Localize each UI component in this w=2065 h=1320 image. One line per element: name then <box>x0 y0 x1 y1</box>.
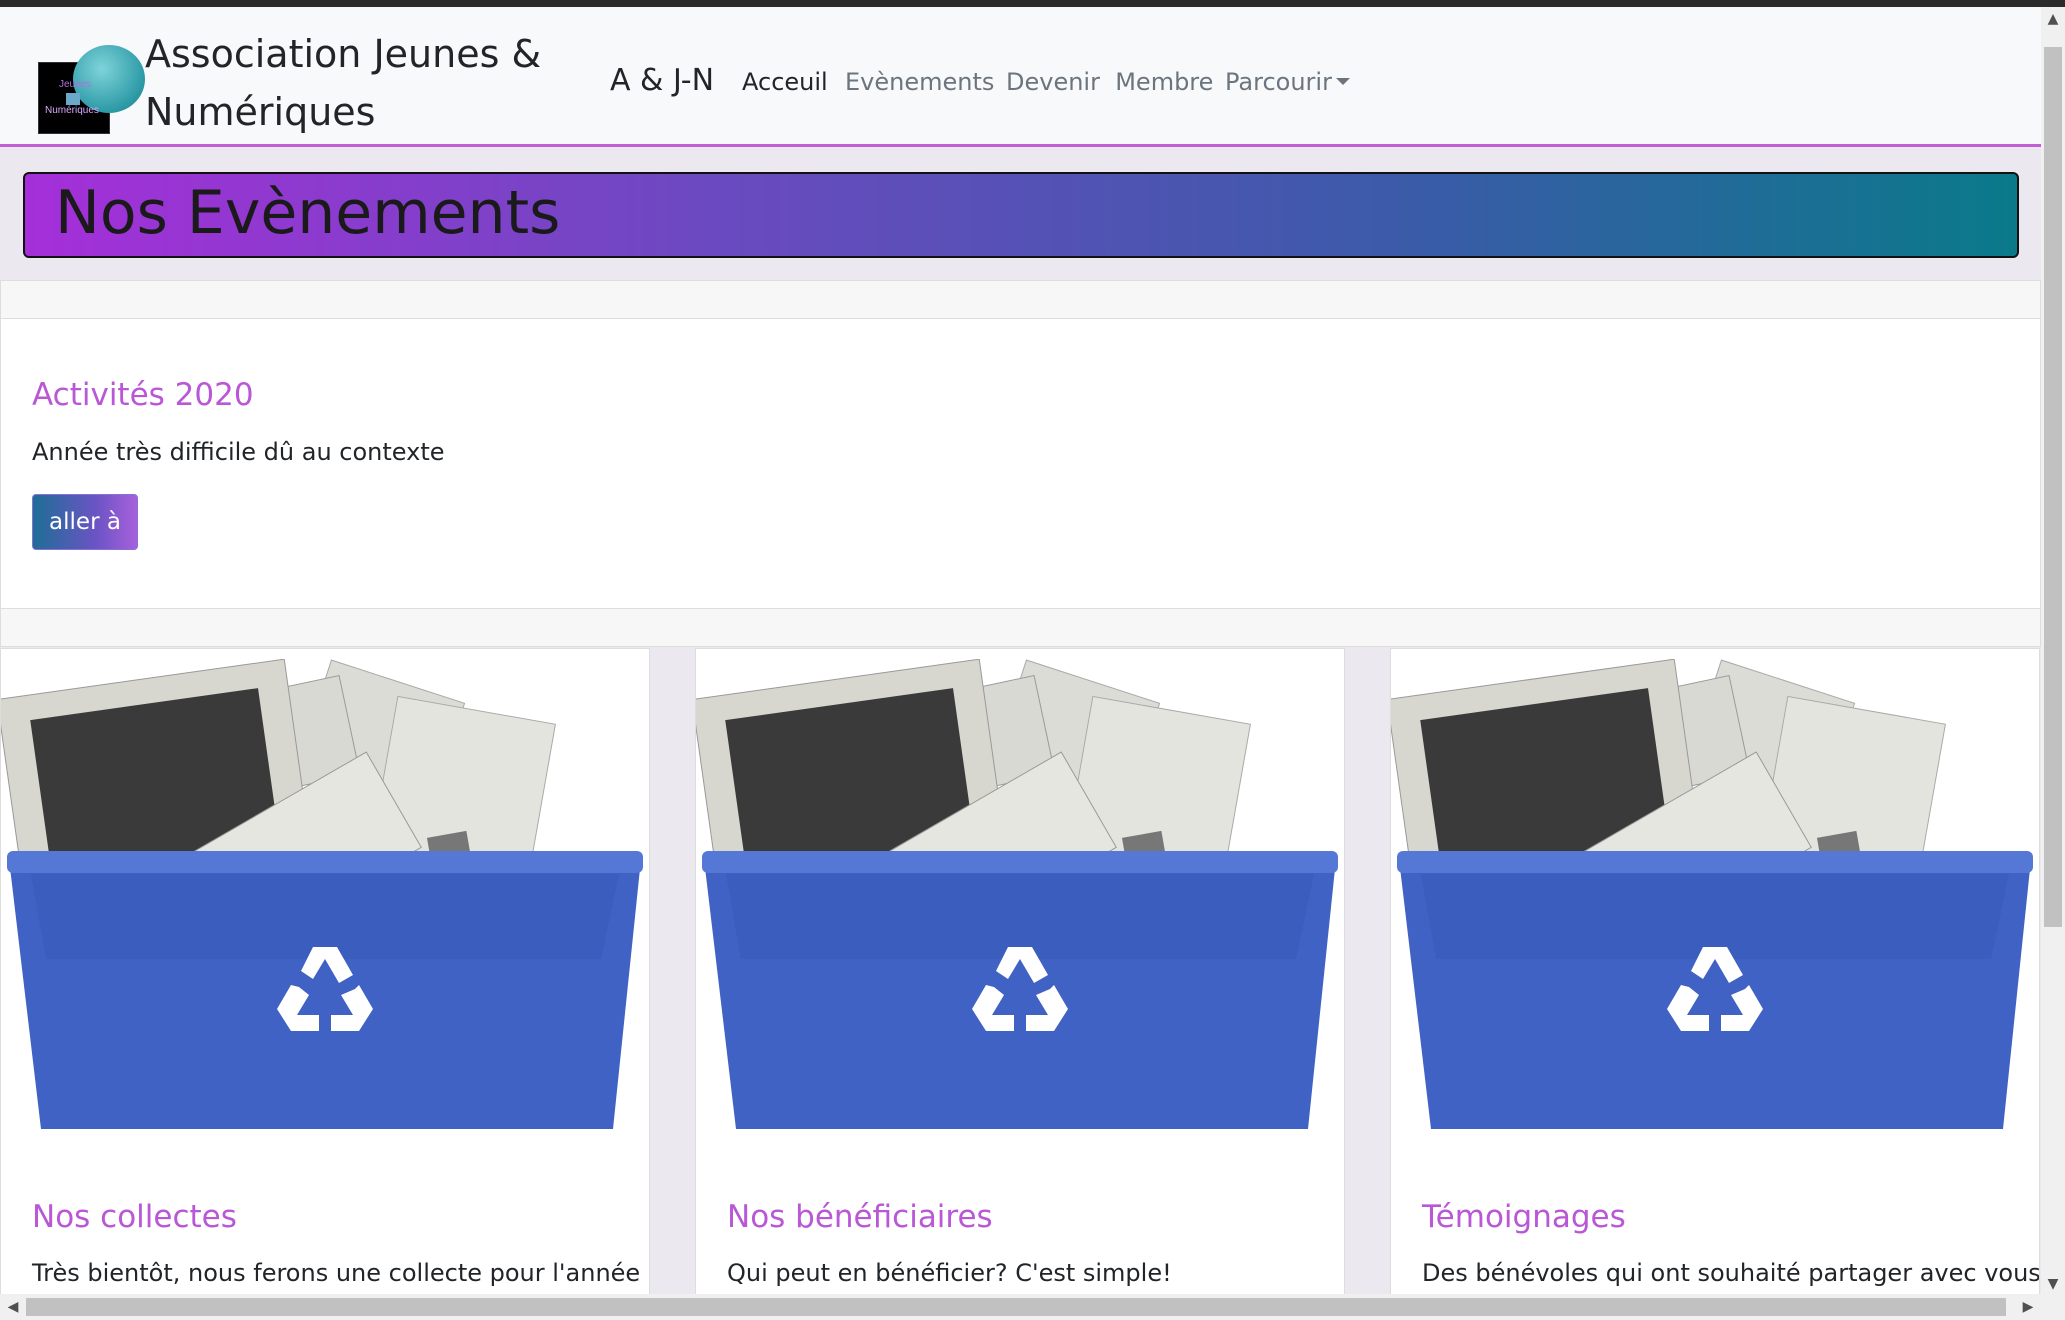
card-footer <box>1 608 2040 646</box>
card-title: Nos bénéficiaires <box>727 1199 993 1235</box>
nav-item-acceuil[interactable]: Acceuil <box>742 68 828 96</box>
logo-text-bottom: Numériques <box>45 105 99 116</box>
site-logo[interactable]: Jeunes Numériques <box>38 45 145 134</box>
window-top-strip <box>0 0 2065 7</box>
nav-item-parcourir-label: Parcourir <box>1225 68 1332 96</box>
event-card-temoignages: Témoignages Des bénévoles qui ont souhai… <box>1390 648 2040 1320</box>
nav-item-parcourir[interactable]: Parcourir <box>1225 68 1350 96</box>
featured-activity-card: Activités 2020 Année très difficile dû a… <box>0 280 2041 647</box>
vertical-scroll-thumb[interactable] <box>2044 47 2062 927</box>
nav-item-evenements[interactable]: Evènements <box>845 68 994 96</box>
card-text: Très bientôt, nous ferons une collecte p… <box>32 1259 641 1287</box>
event-card-beneficiaires: Nos bénéficiaires Qui peut en bénéficier… <box>695 648 1345 1320</box>
scroll-down-arrow-icon[interactable]: ▼ <box>2041 1272 2065 1296</box>
recycling-bin-image <box>696 658 1344 1149</box>
card-text: Qui peut en bénéficier? C'est simple! <box>727 1259 1172 1287</box>
page-title: Nos Evènements <box>55 178 561 248</box>
card-title: Témoignages <box>1422 1199 1626 1235</box>
brand-short-name[interactable]: A & J-N <box>610 63 714 98</box>
card-title: Nos collectes <box>32 1199 237 1235</box>
logo-dot-shape <box>66 93 80 105</box>
logo-text-top: Jeunes <box>59 79 92 90</box>
horizontal-scrollbar[interactable]: ◀ ▶ <box>0 1294 2041 1320</box>
card-text: Des bénévoles qui ont souhaité partager … <box>1422 1259 2040 1287</box>
scroll-up-arrow-icon[interactable]: ▲ <box>2041 7 2065 31</box>
card-header <box>1 281 2040 319</box>
recycling-bin-image <box>1 658 649 1149</box>
navbar: Jeunes Numériques Association Jeunes & N… <box>0 7 2041 147</box>
scroll-left-arrow-icon[interactable]: ◀ <box>0 1294 26 1320</box>
recycling-bin-image <box>1391 658 2039 1149</box>
brand-name[interactable]: Association Jeunes & Numériques <box>145 25 585 141</box>
aller-a-button[interactable]: aller à <box>32 494 138 550</box>
featured-text: Année très difficile dû au contexte <box>32 438 445 466</box>
event-card-collectes: Nos collectes Très bientôt, nous ferons … <box>0 648 650 1320</box>
events-banner: Nos Evènements <box>23 172 2019 258</box>
horizontal-scroll-thumb[interactable] <box>26 1298 2006 1316</box>
featured-title: Activités 2020 <box>32 377 254 413</box>
scroll-right-arrow-icon[interactable]: ▶ <box>2015 1294 2041 1320</box>
nav-item-devenir-membre[interactable]: Devenir Membre <box>1006 68 1213 96</box>
vertical-scrollbar[interactable]: ▲ ▼ <box>2041 7 2065 1320</box>
chevron-down-icon <box>1335 78 1350 85</box>
